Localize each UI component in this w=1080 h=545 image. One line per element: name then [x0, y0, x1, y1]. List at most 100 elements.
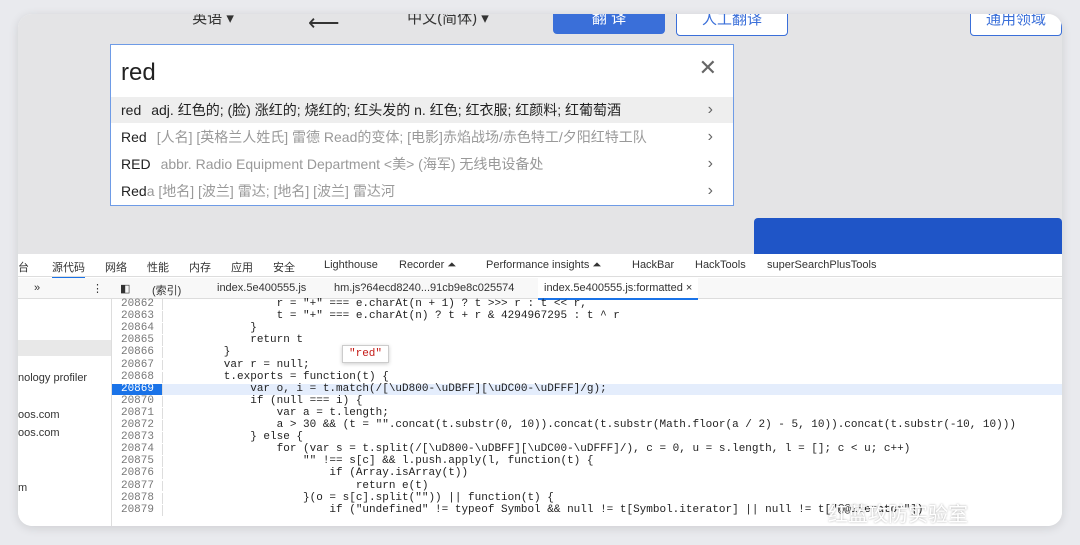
line-number[interactable]: 20870: [112, 395, 163, 407]
code-line[interactable]: 20867 var r = null;: [112, 359, 1062, 371]
source-language-select[interactable]: 英语 ▾: [128, 14, 298, 34]
devtools-panel: 台 源代码 网络 性能 内存 应用 安全 Lighthouse Recorder…: [18, 254, 1062, 526]
line-number[interactable]: 20877: [112, 480, 163, 492]
code-text: }: [171, 322, 257, 335]
line-number[interactable]: 20878: [112, 492, 163, 504]
more-tabs-icon[interactable]: »: [34, 282, 40, 294]
tab-lighthouse[interactable]: Lighthouse: [324, 259, 378, 271]
code-line[interactable]: 20873 } else {: [112, 432, 1062, 443]
tab-application[interactable]: 应用: [231, 259, 253, 275]
tab-performance-insights[interactable]: Performance insights ⏶: [486, 259, 601, 272]
line-number[interactable]: 20869: [112, 383, 163, 395]
value-tooltip: "red": [342, 345, 390, 363]
suggestion-item[interactable]: Reda [地名] [波兰] 雷达; [地名] [波兰] 雷达河 ›: [111, 178, 733, 204]
code-line[interactable]: 20875 "" !== s[c] && l.push.apply(l, fun…: [112, 456, 1062, 468]
sidebar-selected-row[interactable]: [18, 340, 111, 356]
line-number[interactable]: 20872: [112, 420, 163, 431]
line-number[interactable]: 20879: [112, 504, 163, 516]
line-number[interactable]: 20862: [112, 299, 163, 310]
code-line[interactable]: 20874 for (var s = t.split(/[\uD800-\uDB…: [112, 444, 1062, 456]
line-number[interactable]: 20876: [112, 468, 163, 480]
code-text: t = "+" === e.charAt(n) ? t + r & 429496…: [171, 310, 620, 323]
search-box: ✕ red adj. 红色的; (脸) 涨红的; 烧红的; 红头发的 n. 红色;…: [110, 44, 734, 206]
file-tab-index-js[interactable]: index.5e400555.js: [217, 282, 306, 294]
suggestion-item[interactable]: red adj. 红色的; (脸) 涨红的; 烧红的; 红头发的 n. 红色; 红…: [111, 97, 733, 123]
sidebar-item[interactable]: m: [18, 482, 27, 494]
suggestion-word: RED: [121, 156, 151, 172]
blue-banner: [754, 218, 1062, 258]
sidebar-item[interactable]: oos.com: [18, 409, 60, 421]
tab-performance[interactable]: 性能: [147, 259, 169, 275]
code-text: }(o = s[c].split("")) || function(t) {: [171, 491, 554, 504]
translate-toolbar: 英语 ▾ ⟵ 中文(简体) ▾ 翻 译 人工翻译 通用领域: [18, 14, 1062, 36]
file-tab-index-formatted[interactable]: index.5e400555.js:formatted ×: [538, 278, 699, 300]
suggestion-desc: [人名] [英格兰人姓氏] 雷德 Read的变体; [电影]赤焰战场/赤色特工/…: [156, 129, 647, 145]
translate-page: 英语 ▾ ⟵ 中文(简体) ▾ 翻 译 人工翻译 通用领域 ✕ red adj. …: [18, 14, 1062, 258]
swap-language-icon[interactable]: ⟵: [308, 14, 340, 36]
sidebar-item[interactable]: oos.com: [18, 427, 60, 439]
target-language-select[interactable]: 中文(简体) ▾: [378, 14, 518, 34]
code-text: if ("undefined" != typeof Symbol && null…: [171, 503, 924, 516]
code-line[interactable]: 20876 if (Array.isArray(t)): [112, 467, 1062, 480]
close-icon[interactable]: ✕: [699, 55, 717, 81]
domain-select-button[interactable]: 通用领域: [970, 14, 1062, 36]
code-line[interactable]: 20870 if (null === i) {: [112, 394, 1062, 407]
suggestion-item[interactable]: Red [人名] [英格兰人姓氏] 雷德 Read的变体; [电影]赤焰战场/赤色…: [111, 124, 733, 150]
tab-recorder[interactable]: Recorder ⏶: [399, 259, 456, 272]
suggestion-word: red: [121, 102, 142, 118]
line-number[interactable]: 20868: [112, 371, 163, 383]
line-number[interactable]: 20863: [112, 311, 163, 322]
suggestion-item[interactable]: RED abbr. Radio Equipment Department <美> …: [111, 151, 733, 177]
code-text: if (null === i) {: [171, 394, 363, 407]
code-text: if (Array.isArray(t)): [171, 467, 469, 480]
chevron-right-icon: ›: [707, 101, 713, 118]
code-line[interactable]: 20864 }: [112, 322, 1062, 335]
search-input[interactable]: [119, 53, 683, 93]
suggestion-desc: adj. 红色的; (脸) 涨红的; 烧红的; 红头发的 n. 红色; 红衣服;…: [151, 102, 622, 118]
tab-memory[interactable]: 内存: [189, 259, 211, 275]
code-text: var o, i = t.match(/[\uD800-\uDBFF][\uDC…: [171, 382, 607, 395]
line-number[interactable]: 20866: [112, 347, 163, 359]
code-editor[interactable]: 20862 r = "+" === e.charAt(n + 1) ? t >>…: [112, 299, 1062, 526]
line-number[interactable]: 20873: [112, 432, 163, 443]
human-translation-button[interactable]: 人工翻译: [676, 14, 788, 36]
code-text: }: [171, 346, 231, 359]
line-number[interactable]: 20867: [112, 359, 163, 371]
file-tab-hm-js[interactable]: hm.js?64ecd8240...91cb9e8c025574: [334, 282, 514, 294]
tab-hackbar[interactable]: HackBar: [632, 259, 674, 271]
line-number[interactable]: 20864: [112, 323, 163, 335]
line-number[interactable]: 20865: [112, 335, 163, 347]
tab-security[interactable]: 安全: [273, 259, 295, 275]
code-text: t.exports = function(t) {: [171, 370, 389, 383]
sources-sidebar: nology profiler oos.com oos.com m: [18, 299, 112, 526]
sidebar-item[interactable]: nology profiler: [18, 372, 87, 384]
tab-sources[interactable]: 源代码: [52, 259, 85, 279]
code-line[interactable]: 20866 }: [112, 346, 1062, 359]
translate-button[interactable]: 翻 译: [553, 14, 665, 34]
code-line[interactable]: 20865 return t: [112, 334, 1062, 347]
line-number[interactable]: 20874: [112, 444, 163, 456]
code-text: r = "+" === e.charAt(n + 1) ? t >>> r : …: [171, 298, 587, 310]
watermark: 红蓝攻防实验室: [828, 504, 968, 526]
tab-network[interactable]: 网络: [105, 259, 127, 275]
tab-hacktools[interactable]: HackTools: [695, 259, 746, 271]
code-text: return t: [171, 334, 304, 347]
more-options-icon[interactable]: ⋮: [92, 282, 103, 295]
code-line[interactable]: 20871 var a = t.length;: [112, 407, 1062, 419]
code-line[interactable]: 20862 r = "+" === e.charAt(n + 1) ? t >>…: [112, 299, 1062, 310]
code-line[interactable]: 20863 t = "+" === e.charAt(n) ? t + r & …: [112, 311, 1062, 322]
chevron-right-icon: ›: [707, 182, 713, 199]
line-number[interactable]: 20875: [112, 456, 163, 468]
code-text: } else {: [171, 431, 304, 444]
code-line[interactable]: 20877 return e(t): [112, 479, 1062, 492]
code-text: return e(t): [171, 479, 429, 492]
tab-console[interactable]: 台: [18, 259, 29, 275]
code-line[interactable]: 20872 a > 30 && (t = "".concat(t.substr(…: [112, 420, 1062, 431]
code-line[interactable]: 20869 var o, i = t.match(/[\uD800-\uDBFF…: [112, 382, 1062, 395]
line-number[interactable]: 20871: [112, 407, 163, 419]
file-tab-index[interactable]: (索引): [152, 282, 181, 298]
suggestion-word: Red: [121, 183, 147, 199]
toggle-sidebar-icon[interactable]: ◧: [120, 282, 130, 295]
tab-supersearchplustools[interactable]: superSearchPlusTools: [767, 259, 876, 271]
code-line[interactable]: 20868 t.exports = function(t) {: [112, 370, 1062, 383]
